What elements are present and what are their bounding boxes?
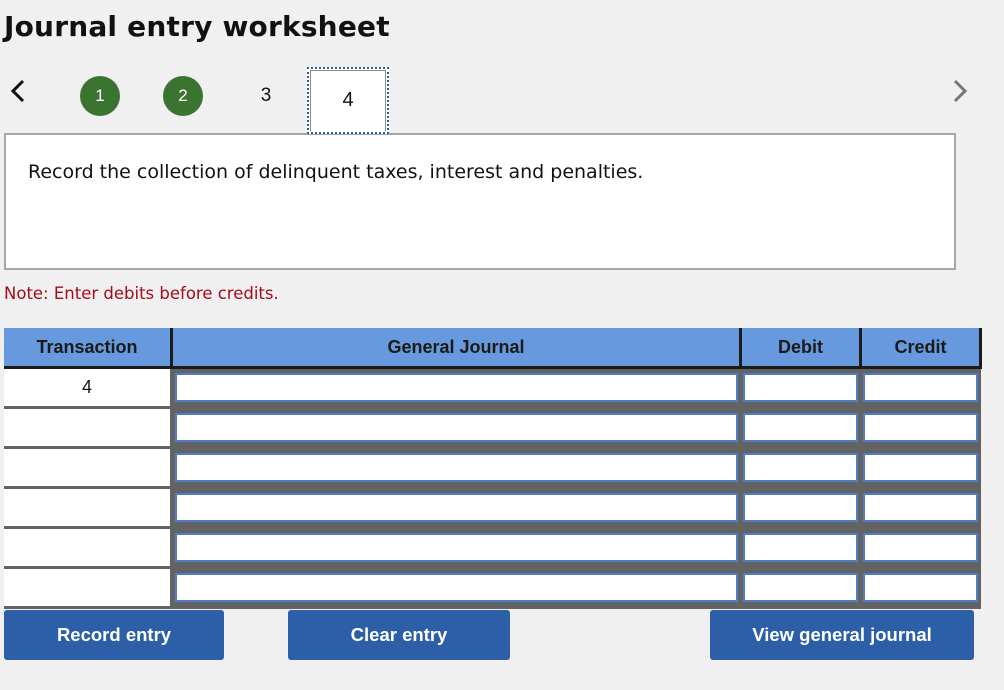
account-field-cell <box>171 487 741 529</box>
debit-field-cell <box>740 567 861 609</box>
table-row <box>4 567 981 609</box>
step-3[interactable]: 3 <box>246 76 286 116</box>
account-field[interactable] <box>175 493 738 522</box>
transaction-cell <box>4 527 173 569</box>
step-4-active[interactable]: 4 <box>307 67 389 134</box>
table-row <box>4 487 981 529</box>
previous-button[interactable] <box>8 78 28 104</box>
record-entry-button[interactable]: Record entry <box>4 610 224 660</box>
next-button[interactable] <box>950 78 970 104</box>
credit-field[interactable] <box>862 373 978 402</box>
debit-field-cell <box>740 447 861 489</box>
table-row: 4 <box>4 367 981 409</box>
credit-field[interactable] <box>862 413 978 442</box>
table-row <box>4 527 981 569</box>
clear-entry-button[interactable]: Clear entry <box>288 610 510 660</box>
account-field[interactable] <box>175 453 738 482</box>
column-header-credit: Credit <box>860 328 982 369</box>
debit-field[interactable] <box>742 493 858 522</box>
step-1[interactable]: 1 <box>80 76 120 116</box>
credit-field[interactable] <box>862 533 978 562</box>
transaction-cell <box>4 567 173 609</box>
credit-field-cell <box>860 487 981 529</box>
debit-field[interactable] <box>742 453 858 482</box>
question-prompt-box: Record the collection of delinquent taxe… <box>4 133 956 270</box>
question-prompt-text: Record the collection of delinquent taxe… <box>28 161 644 183</box>
debit-field-cell <box>740 367 861 409</box>
debit-field-cell <box>740 487 861 529</box>
table-row <box>4 447 981 489</box>
credit-field-cell <box>860 367 981 409</box>
credit-field-cell <box>860 407 981 449</box>
credit-field[interactable] <box>862 493 978 522</box>
step-2[interactable]: 2 <box>163 76 203 116</box>
page-title: Journal entry worksheet <box>4 10 390 43</box>
chevron-right-icon <box>953 79 968 103</box>
transaction-cell <box>4 407 173 449</box>
credit-field-cell <box>860 567 981 609</box>
debit-field[interactable] <box>742 373 858 402</box>
column-header-debit: Debit <box>740 328 862 369</box>
journal-entry-table: Transaction General Journal Debit Credit… <box>4 328 982 609</box>
account-field-cell <box>171 447 741 489</box>
account-field-cell <box>171 567 741 609</box>
account-field[interactable] <box>175 533 738 562</box>
view-general-journal-button[interactable]: View general journal <box>710 610 974 660</box>
column-header-general-journal: General Journal <box>171 328 742 369</box>
column-header-transaction: Transaction <box>4 328 173 369</box>
credit-field[interactable] <box>862 573 978 602</box>
credit-field-cell <box>860 447 981 489</box>
credit-field[interactable] <box>862 453 978 482</box>
account-field[interactable] <box>175 373 738 402</box>
table-row <box>4 407 981 449</box>
debit-field[interactable] <box>742 413 858 442</box>
account-field-cell <box>171 367 741 409</box>
account-field-cell <box>171 527 741 569</box>
table-header-row: Transaction General Journal Debit Credit <box>4 328 982 369</box>
debit-field-cell <box>740 527 861 569</box>
transaction-cell: 4 <box>4 367 173 409</box>
account-field[interactable] <box>175 573 738 602</box>
account-field[interactable] <box>175 413 738 442</box>
transaction-cell <box>4 487 173 529</box>
account-field-cell <box>171 407 741 449</box>
chevron-left-icon <box>10 79 25 103</box>
debit-field[interactable] <box>742 573 858 602</box>
debit-field[interactable] <box>742 533 858 562</box>
instruction-note: Note: Enter debits before credits. <box>4 284 279 303</box>
transaction-cell <box>4 447 173 489</box>
debit-field-cell <box>740 407 861 449</box>
credit-field-cell <box>860 527 981 569</box>
